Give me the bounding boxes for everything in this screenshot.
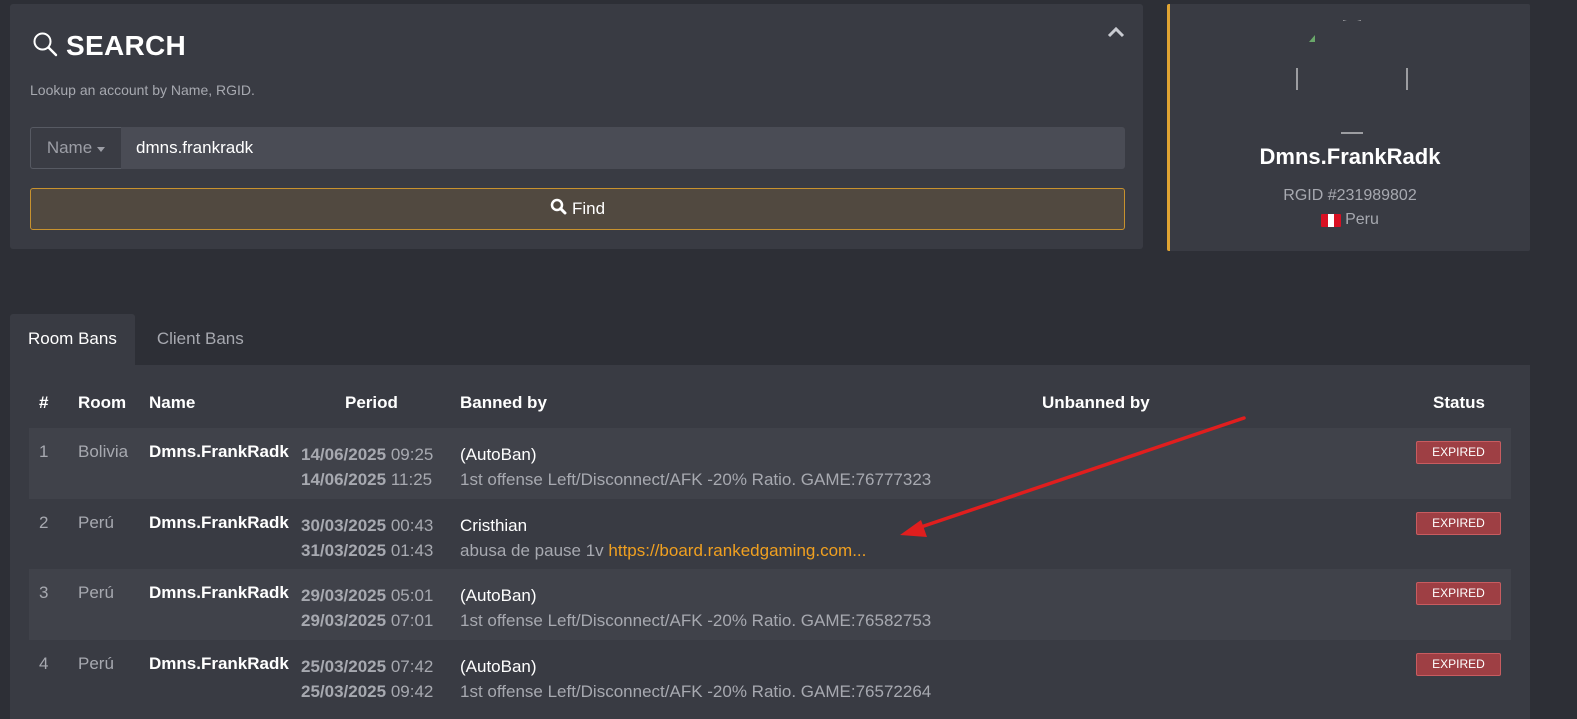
- row-name: Dmns.FrankRadk: [149, 654, 289, 673]
- row-period: 14/06/2025 09:25 14/06/2025 11:25: [301, 442, 433, 492]
- table-row: 3 Perú Dmns.FrankRadk 29/03/2025 05:01 2…: [29, 569, 1511, 640]
- peru-flag-icon: [1321, 213, 1342, 227]
- row-banned-by: (AutoBan) 1st offense Left/Disconnect/AF…: [460, 442, 931, 492]
- row-num: 4: [39, 654, 49, 673]
- find-button[interactable]: Find: [30, 188, 1125, 230]
- col-room: Room: [78, 393, 127, 412]
- country-name: Peru: [1345, 211, 1379, 228]
- collapse-button[interactable]: [1105, 24, 1127, 44]
- banned-by-name: (AutoBan): [460, 445, 537, 464]
- banned-by-name: (AutoBan): [460, 586, 537, 605]
- row-banned-by: Cristhian abusa de pause 1v https://boar…: [460, 513, 866, 563]
- ban-reason: 1st offense Left/Disconnect/AFK -20% Rat…: [460, 470, 932, 489]
- col-status: Status: [1433, 393, 1485, 412]
- period-end-time: 01:43: [390, 541, 434, 560]
- status-badge: EXPIRED: [1416, 512, 1501, 535]
- chevron-up-icon: [1107, 25, 1125, 43]
- tab-room-bans[interactable]: Room Bans: [10, 314, 135, 365]
- search-header: SEARCH: [32, 30, 186, 62]
- row-period: 30/03/2025 00:43 31/03/2025 01:43: [301, 513, 433, 563]
- row-room: Bolivia: [78, 442, 129, 461]
- status-badge: EXPIRED: [1416, 441, 1501, 464]
- tab-client-bans[interactable]: Client Bans: [135, 314, 266, 365]
- profile-name: Dmns.FrankRadk: [1259, 144, 1441, 169]
- caret-down-icon: [97, 146, 106, 152]
- ban-reason-link[interactable]: https://board.rankedgaming.com...: [608, 541, 866, 560]
- period-start-time: 09:25: [390, 445, 434, 464]
- row-room: Perú: [78, 654, 114, 673]
- table-row: 1 Bolivia Dmns.FrankRadk 14/06/2025 09:2…: [29, 428, 1511, 499]
- table-header: # Room Name Period Banned by Unbanned by…: [29, 393, 1511, 417]
- ban-tabs: Room Bans Client Bans: [10, 314, 266, 365]
- period-start-date: 25/03/2025: [301, 657, 387, 676]
- row-num: 1: [39, 442, 49, 461]
- find-button-label: Find: [571, 199, 606, 218]
- profile-rgid: RGID #231989802: [1283, 187, 1417, 204]
- profile-card: Dmns.FrankRadk RGID #231989802 Peru: [1167, 4, 1530, 251]
- ban-reason: 1st offense Left/Disconnect/AFK -20% Rat…: [460, 682, 932, 701]
- ban-reason: abusa de pause 1v: [460, 541, 604, 560]
- bans-table: # Room Name Period Banned by Unbanned by…: [10, 365, 1530, 719]
- row-num: 3: [39, 583, 49, 602]
- row-period: 25/03/2025 07:42 25/03/2025 09:42: [301, 654, 433, 704]
- search-input[interactable]: [121, 127, 1125, 169]
- row-banned-by: (AutoBan) 1st offense Left/Disconnect/AF…: [460, 654, 931, 704]
- period-start-date: 14/06/2025: [301, 445, 387, 464]
- period-start-time: 07:42: [390, 657, 434, 676]
- search-row: Name: [30, 127, 1125, 169]
- search-title: SEARCH: [66, 30, 187, 61]
- period-end-date: 25/03/2025: [301, 682, 387, 701]
- row-name: Dmns.FrankRadk: [149, 442, 289, 461]
- search-panel: SEARCH Lookup an account by Name, RGID. …: [10, 4, 1143, 249]
- row-room: Perú: [78, 513, 114, 532]
- search-type-dropdown[interactable]: Name: [30, 127, 121, 169]
- period-end-date: 29/03/2025: [301, 611, 387, 630]
- profile-country: Peru: [1170, 211, 1530, 229]
- row-banned-by: (AutoBan) 1st offense Left/Disconnect/AF…: [460, 583, 931, 633]
- period-end-date: 14/06/2025: [301, 470, 387, 489]
- status-badge: EXPIRED: [1416, 653, 1501, 676]
- period-start-time: 05:01: [390, 586, 434, 605]
- col-banned-by: Banned by: [460, 393, 547, 412]
- col-name: Name: [149, 393, 196, 412]
- banned-by-name: (AutoBan): [460, 657, 537, 676]
- status-badge: EXPIRED: [1416, 582, 1501, 605]
- row-name: Dmns.FrankRadk: [149, 583, 289, 602]
- search-type-label: Name: [46, 138, 93, 157]
- search-icon: [32, 31, 58, 62]
- row-period: 29/03/2025 05:01 29/03/2025 07:01: [301, 583, 433, 633]
- row-num: 2: [39, 513, 49, 532]
- period-start-date: 29/03/2025: [301, 586, 387, 605]
- period-end-date: 31/03/2025: [301, 541, 387, 560]
- col-period: Period: [345, 393, 398, 412]
- period-end-time: 09:42: [390, 682, 434, 701]
- row-room: Perú: [78, 583, 114, 602]
- table-row: 4 Perú Dmns.FrankRadk 25/03/2025 07:42 2…: [29, 640, 1511, 711]
- period-end-time: 07:01: [390, 611, 434, 630]
- period-end-time: 11:25: [390, 470, 433, 489]
- row-name: Dmns.FrankRadk: [149, 513, 289, 532]
- col-unbanned-by: Unbanned by: [1042, 393, 1150, 412]
- col-num: #: [39, 393, 49, 412]
- ban-reason: 1st offense Left/Disconnect/AFK -20% Rat…: [460, 611, 932, 630]
- period-start-time: 00:43: [390, 516, 434, 535]
- search-subtitle: Lookup an account by Name, RGID.: [30, 82, 255, 98]
- search-icon: [550, 198, 567, 220]
- period-start-date: 30/03/2025: [301, 516, 387, 535]
- table-row: 2 Perú Dmns.FrankRadk 30/03/2025 00:43 3…: [29, 499, 1511, 570]
- avatar: [1295, 18, 1409, 134]
- banned-by-name: Cristhian: [460, 516, 528, 535]
